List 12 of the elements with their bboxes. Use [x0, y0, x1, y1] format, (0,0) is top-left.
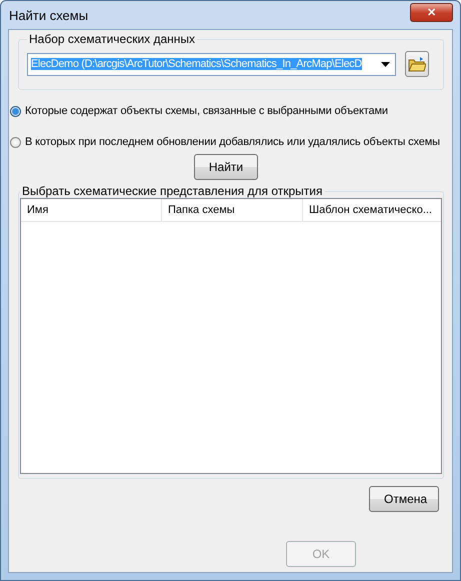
window-title: Найти схемы	[8, 8, 88, 22]
radio-label: В которых при последнем обновлении добавлялись или удалялись объекты схемы	[25, 136, 440, 148]
radio-label: Которые содержат объекты схемы, связанные с выбранными объектами	[25, 105, 388, 117]
find-button[interactable]: Найти	[194, 154, 258, 180]
cancel-button[interactable]: Отмена	[369, 486, 439, 512]
close-button[interactable]: ✕	[410, 2, 453, 22]
group-label: Выбрать схематические представления для открытия	[21, 184, 324, 198]
group-label: Набор схематических данных	[28, 32, 196, 46]
results-list[interactable]: Имя Папка схемы Шаблон схематическо...	[20, 198, 442, 474]
column-header[interactable]: Шаблон схематическо...	[303, 199, 441, 221]
column-header[interactable]: Папка схемы	[162, 199, 303, 221]
column-header[interactable]: Имя	[21, 199, 162, 221]
